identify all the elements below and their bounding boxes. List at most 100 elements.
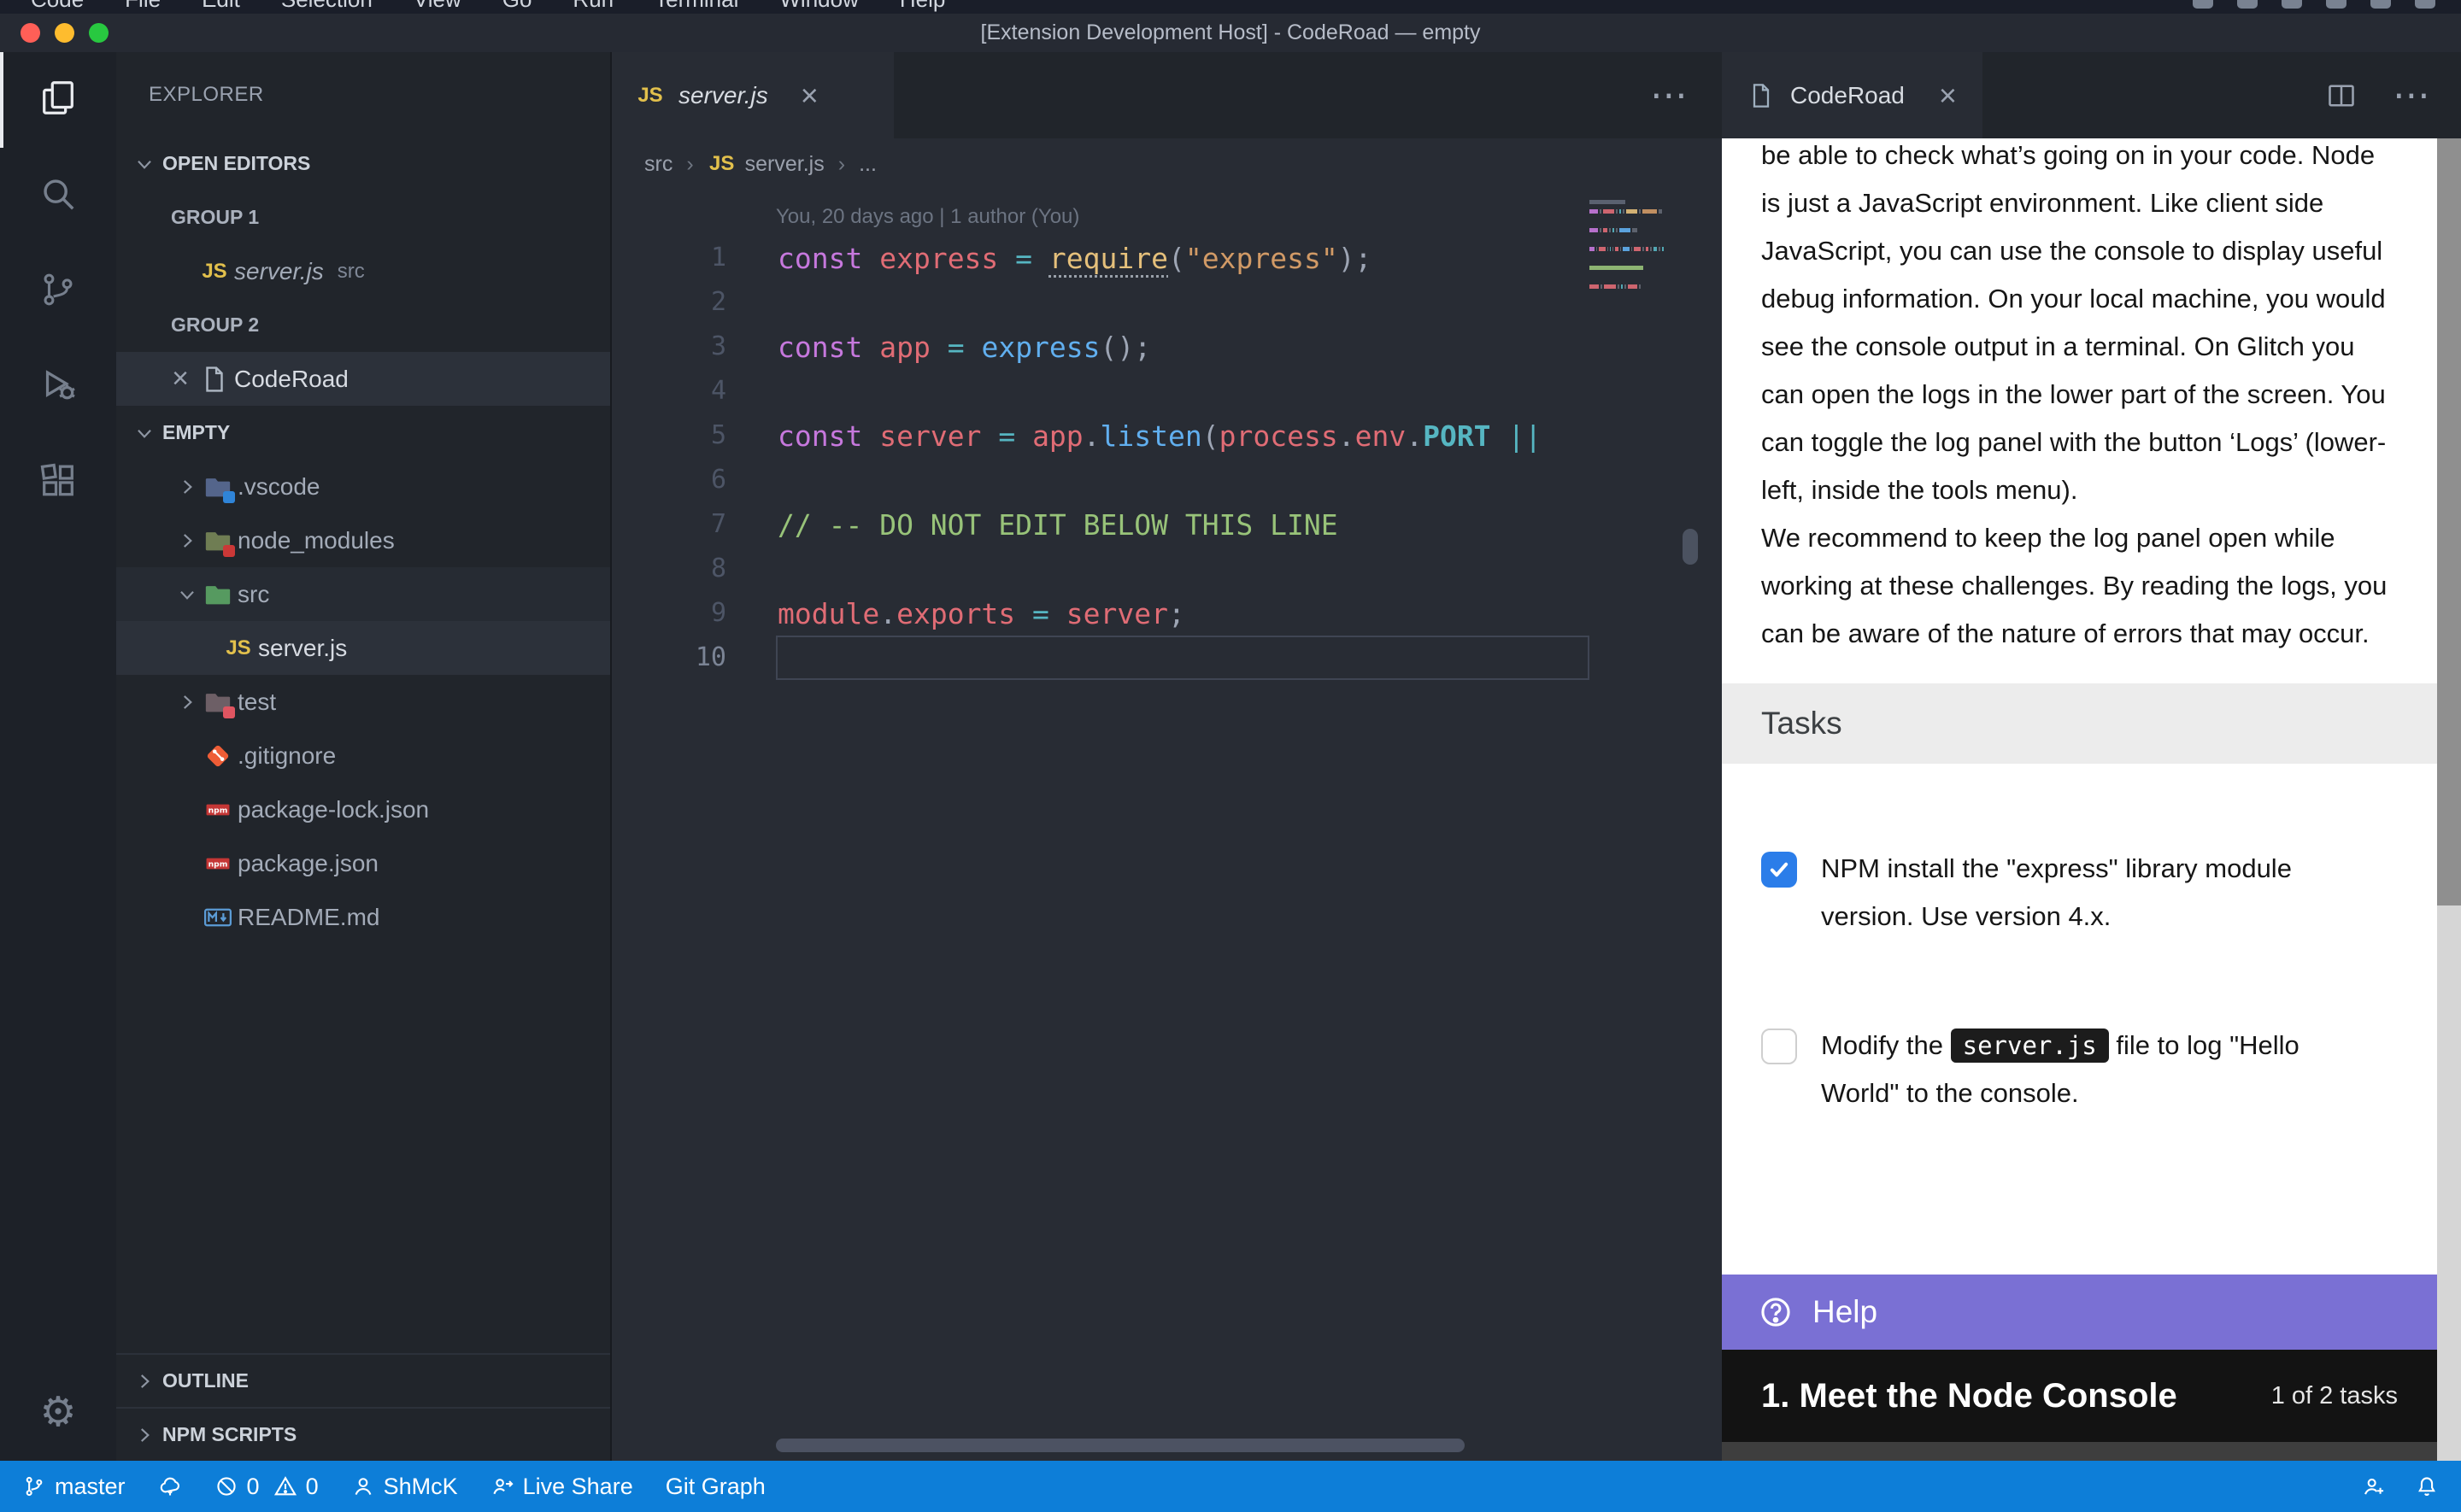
section-outline[interactable]: OUTLINE (116, 1353, 610, 1407)
tree-item-package-json[interactable]: npmpackage.json (116, 836, 610, 890)
webview-scrollbar-thumb[interactable] (2437, 138, 2461, 905)
menu-item-terminal[interactable]: Terminal (655, 0, 738, 12)
status-label: 0 (306, 1474, 319, 1500)
code-editor[interactable]: You, 20 days ago | 1 author (You) 1const… (612, 190, 1722, 1461)
workspace-header[interactable]: EMPTY (116, 406, 610, 460)
tree-item-server-js[interactable]: JSserver.js (116, 621, 610, 675)
menubar-status-icon[interactable] (2415, 0, 2435, 9)
code-line-3[interactable]: 3const app = express(); (612, 325, 1722, 369)
menu-item-go[interactable]: Go (502, 0, 532, 12)
minimize-window-button[interactable] (55, 23, 74, 43)
status-git-graph[interactable]: Git Graph (666, 1474, 766, 1500)
tree-item-src[interactable]: src (116, 567, 610, 621)
open-editors-header[interactable]: OPEN EDITORS (116, 137, 610, 190)
search-icon (38, 174, 78, 218)
menu-item-file[interactable]: File (125, 0, 161, 12)
editor-more-actions-icon[interactable]: ⋯ (1650, 73, 1722, 117)
tree-item--vscode[interactable]: .vscode (116, 460, 610, 513)
menubar-status-icon[interactable] (2237, 0, 2258, 9)
status-publish-changes[interactable] (158, 1474, 182, 1498)
tab-server-js[interactable]: JS server.js × (612, 52, 894, 138)
menu-item-code[interactable]: Code (31, 0, 84, 12)
js-icon: JS (636, 84, 665, 108)
breadcrumb-item--[interactable]: ... (859, 152, 877, 177)
menu-item-window[interactable]: Window (779, 0, 858, 12)
breadcrumb-item-src[interactable]: src (644, 152, 673, 177)
lesson-footer: 1. Meet the Node Console 1 of 2 tasks (1722, 1350, 2437, 1442)
close-tab-icon[interactable]: × (801, 78, 819, 114)
menubar-status-icon[interactable] (2370, 0, 2391, 9)
menu-item-view[interactable]: View (414, 0, 461, 12)
lesson-content: be able to check what’s going on in your… (1722, 138, 2437, 1275)
webview-scrollbar[interactable] (2437, 138, 2461, 1461)
tree-item-readme-md[interactable]: README.md (116, 890, 610, 944)
close-tab-icon[interactable]: × (1939, 78, 1957, 114)
section-npm-scripts[interactable]: NPM SCRIPTS (116, 1407, 610, 1461)
npm-icon: npm (203, 849, 232, 878)
chevron-down-icon (128, 148, 161, 180)
menu-item-help[interactable]: Help (900, 0, 945, 12)
chevron-down-icon (171, 578, 203, 611)
editor-scrollbar-thumb[interactable] (1683, 529, 1698, 565)
more-actions-icon[interactable]: ⋯ (2393, 73, 2430, 117)
open-editor-server-js[interactable]: JSserver.jssrc (116, 244, 610, 298)
line-content (776, 547, 1589, 591)
code-line-8[interactable]: 8 (612, 547, 1722, 591)
minimap[interactable] (1589, 200, 1664, 303)
task-checkbox[interactable] (1761, 852, 1797, 888)
activity-settings-button[interactable]: ⚙ (0, 1365, 116, 1461)
file-icon (200, 365, 229, 394)
code-line-4[interactable]: 4 (612, 369, 1722, 413)
tree-item-node-modules[interactable]: node_modules (116, 513, 610, 567)
status-account[interactable]: ShMcK (351, 1474, 458, 1500)
menu-item-run[interactable]: Run (573, 0, 614, 12)
tree-item--gitignore[interactable]: .gitignore (116, 729, 610, 782)
activity-extensions-button[interactable] (0, 435, 116, 530)
codelens-annotation[interactable]: You, 20 days ago | 1 author (You) (776, 198, 1722, 236)
close-editor-icon[interactable]: × (161, 362, 200, 396)
help-accordion[interactable]: Help (1722, 1275, 2437, 1350)
code-line-2[interactable]: 2 (612, 280, 1722, 325)
code-line-7[interactable]: 7// -- DO NOT EDIT BELOW THIS LINE (612, 502, 1722, 547)
close-window-button[interactable] (21, 23, 40, 43)
coderoad-panel: CodeRoad × ⋯ be able to check what’s goi… (1722, 52, 2461, 1461)
menubar-status-icon[interactable] (2326, 0, 2346, 9)
menu-item-edit[interactable]: Edit (202, 0, 240, 12)
status-warnings[interactable]: 0 (273, 1474, 319, 1500)
status-add-collaborator[interactable] (2362, 1474, 2386, 1498)
tree-item-test[interactable]: test (116, 675, 610, 729)
menubar-status-icon[interactable] (2193, 0, 2213, 9)
activity-explorer-button[interactable] (0, 52, 116, 148)
activity-run-debug-button[interactable] (0, 339, 116, 435)
menubar-status-icon[interactable] (2282, 0, 2302, 9)
breadcrumb-item-server-js[interactable]: JSserver.js (708, 152, 825, 177)
status-notifications[interactable] (2415, 1474, 2439, 1498)
code-line-10[interactable]: 10 (612, 636, 1722, 680)
line-content (776, 458, 1589, 502)
status-errors[interactable]: 0 (214, 1474, 260, 1500)
code-line-1[interactable]: 1const express = require("express"); (612, 236, 1722, 280)
title-bar[interactable]: [Extension Development Host] - CodeRoad … (0, 14, 2461, 52)
split-editor-icon[interactable] (2326, 80, 2357, 111)
task-checkbox[interactable] (1761, 1029, 1797, 1064)
code-line-6[interactable]: 6 (612, 458, 1722, 502)
code-line-5[interactable]: 5const server = app.listen(process.env.P… (612, 413, 1722, 458)
open-editors-group: GROUP 2 (116, 298, 610, 352)
chevron-spacer (171, 847, 203, 880)
open-editor-coderoad[interactable]: ×CodeRoad (116, 352, 610, 406)
code-line-9[interactable]: 9module.exports = server; (612, 591, 1722, 636)
workspace-label: EMPTY (162, 421, 230, 444)
horizontal-scrollbar-thumb[interactable] (776, 1439, 1465, 1452)
line-content (776, 280, 1589, 325)
tab-coderoad[interactable]: CodeRoad × (1722, 52, 1982, 138)
zoom-window-button[interactable] (89, 23, 109, 43)
status-git-branch[interactable]: master (22, 1474, 126, 1500)
tree-item-package-lock-json[interactable]: npmpackage-lock.json (116, 782, 610, 836)
explorer-icon (38, 79, 78, 122)
status-live-share[interactable]: Live Share (490, 1474, 633, 1500)
section-label: NPM SCRIPTS (162, 1423, 297, 1446)
menu-item-selection[interactable]: Selection (281, 0, 373, 12)
activity-source-control-button[interactable] (0, 243, 116, 339)
activity-search-button[interactable] (0, 148, 116, 243)
open-editors-group: GROUP 1 (116, 190, 610, 244)
